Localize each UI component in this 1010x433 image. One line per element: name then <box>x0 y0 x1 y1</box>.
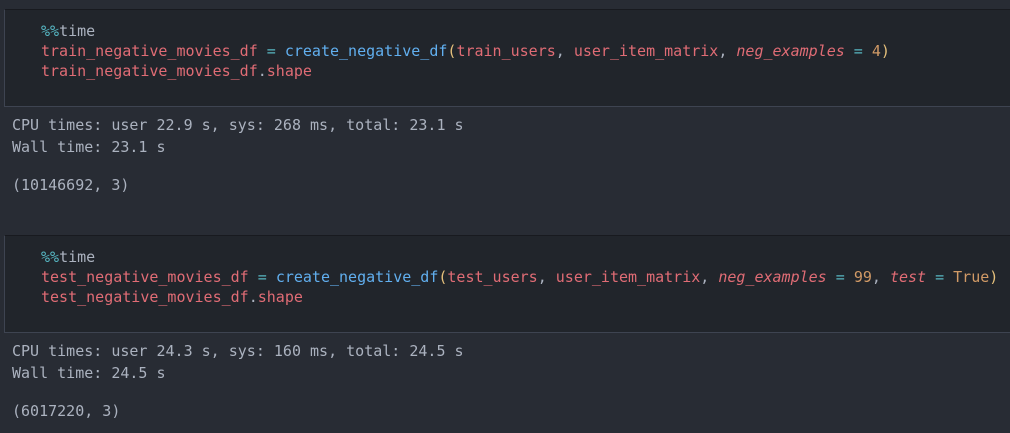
magic-name: time <box>59 22 96 40</box>
assign-target: train_negative_movies_df <box>41 42 258 60</box>
magic-prefix: %% <box>41 248 60 266</box>
function-name: create_negative_df <box>275 268 439 286</box>
assign-op: = <box>248 268 276 286</box>
arg-users: test_users <box>447 268 538 286</box>
arg-matrix: user_item_matrix <box>573 42 719 60</box>
assign-op: = <box>257 42 285 60</box>
code-line-shape: test_negative_movies_df.shape <box>41 287 303 307</box>
kwarg-eq: = <box>926 268 954 286</box>
function-name: create_negative_df <box>284 42 448 60</box>
notebook: %%time train_negative_movies_df = create… <box>0 0 1010 433</box>
output-wall-time: Wall time: 23.1 s <box>12 138 166 156</box>
magic-prefix: %% <box>41 22 60 40</box>
shape-object: train_negative_movies_df <box>41 62 258 80</box>
comma: , <box>718 42 737 60</box>
code-line-assign: test_negative_movies_df = create_negativ… <box>41 267 998 287</box>
comma: , <box>537 268 556 286</box>
comma: , <box>700 268 719 286</box>
output-wall-time: Wall time: 24.5 s <box>12 364 166 382</box>
close-paren: ) <box>989 268 999 286</box>
shape-attr: shape <box>266 62 312 80</box>
kwarg-neg-examples: neg_examples <box>736 42 845 60</box>
shape-object: test_negative_movies_df <box>41 288 249 306</box>
output-result: (6017220, 3) <box>12 402 121 420</box>
code-cell-1[interactable]: %%time train_negative_movies_df = create… <box>4 9 1010 107</box>
dot: . <box>248 288 258 306</box>
kwarg-test: test <box>889 268 927 286</box>
code-cell-2[interactable]: %%time test_negative_movies_df = create_… <box>4 235 1010 333</box>
code-line-shape: train_negative_movies_df.shape <box>41 61 312 81</box>
arg-users: train_users <box>456 42 556 60</box>
kwarg-eq: = <box>844 42 872 60</box>
close-paren: ) <box>880 42 890 60</box>
code-line-magic: %%time <box>41 21 95 41</box>
code-line-assign: train_negative_movies_df = create_negati… <box>41 41 890 61</box>
assign-target: test_negative_movies_df <box>41 268 249 286</box>
comma: , <box>555 42 574 60</box>
output-cpu-times: CPU times: user 24.3 s, sys: 160 ms, tot… <box>12 342 464 360</box>
kwarg-value: 99 <box>853 268 872 286</box>
kwarg-value: 4 <box>871 42 881 60</box>
comma: , <box>871 268 890 286</box>
kwarg-neg-examples: neg_examples <box>718 268 827 286</box>
magic-name: time <box>59 248 96 266</box>
arg-matrix: user_item_matrix <box>555 268 701 286</box>
dot: . <box>257 62 267 80</box>
kwarg-eq: = <box>826 268 854 286</box>
output-result: (10146692, 3) <box>12 176 130 194</box>
output-cpu-times: CPU times: user 22.9 s, sys: 268 ms, tot… <box>12 116 464 134</box>
code-line-magic: %%time <box>41 247 95 267</box>
kwarg-value: True <box>953 268 990 286</box>
shape-attr: shape <box>257 288 303 306</box>
